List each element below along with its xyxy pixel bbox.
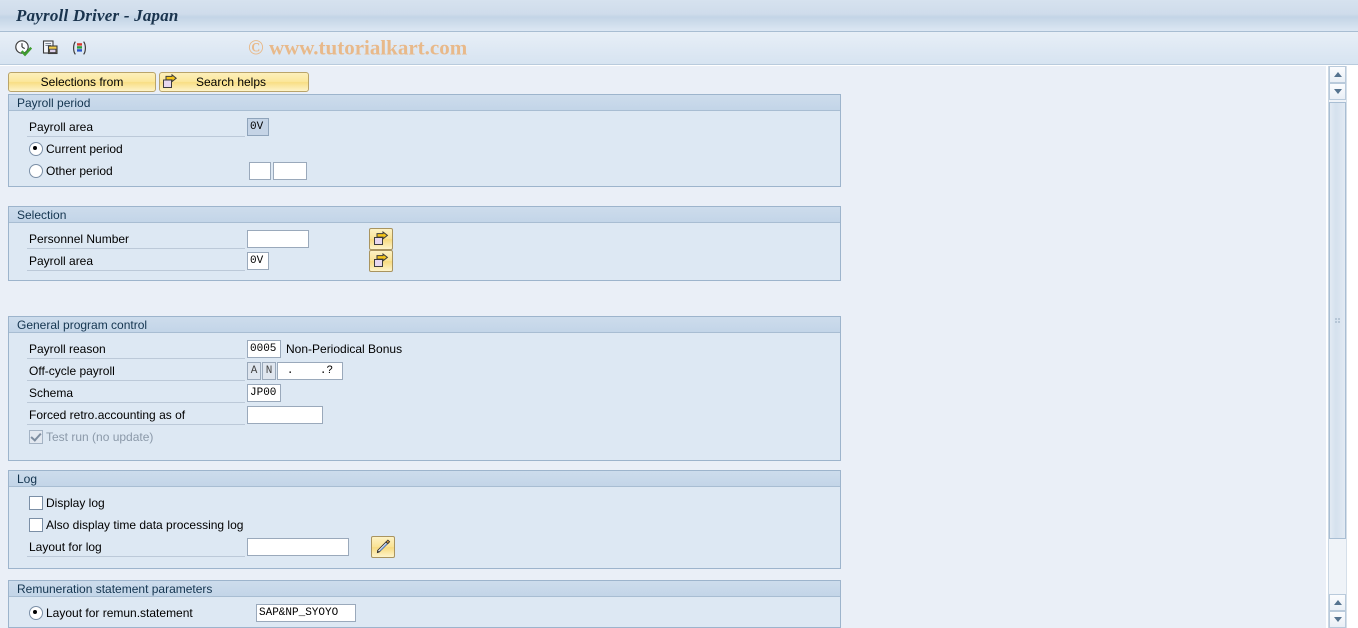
other-period-label: Other period <box>46 164 113 178</box>
row-time-data-log[interactable]: Also display time data processing log <box>29 515 243 535</box>
forced-retro-label: Forced retro.accounting as of <box>27 406 245 425</box>
personnel-number-input[interactable] <box>247 230 309 248</box>
row-layout-for-log: Layout for log <box>27 536 395 558</box>
other-period-input-2[interactable] <box>273 162 307 180</box>
group-selection: Selection Personnel Number Payroll area <box>8 206 841 281</box>
scroll-up-button[interactable] <box>1329 66 1346 83</box>
schema-label: Schema <box>27 384 245 403</box>
watermark-text: © www.tutorialkart.com <box>248 35 468 60</box>
payroll-area-multi-select-button[interactable] <box>369 250 393 272</box>
arrow-down-icon-bottom <box>1333 617 1342 622</box>
row-display-log[interactable]: Display log <box>29 493 105 513</box>
layout-for-log-edit-button[interactable] <box>371 536 395 558</box>
payroll-reason-input[interactable] <box>247 340 281 358</box>
arrow-down-icon <box>1333 89 1342 94</box>
layout-for-log-label: Layout for log <box>27 538 245 557</box>
scrollbar-grip-icon <box>1335 317 1342 324</box>
personnel-number-label: Personnel Number <box>27 230 245 249</box>
test-run-checkbox <box>29 430 43 444</box>
schema-input[interactable] <box>247 384 281 402</box>
payroll-area-label: Payroll area <box>27 118 245 137</box>
row-forced-retro: Forced retro.accounting as of <box>27 405 323 425</box>
group-payroll-period: Payroll period Payroll area Current peri… <box>8 94 841 187</box>
radio-other-period[interactable]: Other period <box>29 161 113 181</box>
variant-list-icon[interactable] <box>68 37 90 59</box>
scroll-arrows-bottom <box>1329 594 1346 628</box>
row-selection-payroll-area: Payroll area <box>27 250 393 272</box>
row-off-cycle-payroll: Off-cycle payroll <box>27 361 343 381</box>
radio-current-period[interactable]: Current period <box>29 139 123 159</box>
search-helps-label: Search helps <box>195 75 267 89</box>
layout-remun-statement-input[interactable] <box>256 604 356 622</box>
arrow-up-icon <box>1333 72 1342 77</box>
payroll-area-input[interactable] <box>247 118 269 136</box>
scroll-down-button-top[interactable] <box>1329 83 1346 100</box>
window-title-bar: Payroll Driver - Japan <box>0 0 1358 32</box>
group-general-program-control: General program control Payroll reason N… <box>8 316 841 461</box>
scroll-up-button-bottom[interactable] <box>1329 594 1346 611</box>
payroll-reason-label: Payroll reason <box>27 340 245 359</box>
layout-remun-statement-label: Layout for remun.statement <box>46 606 193 620</box>
group-remuneration-title: Remuneration statement parameters <box>9 581 840 597</box>
display-log-checkbox[interactable] <box>29 496 43 510</box>
current-period-label: Current period <box>46 142 123 156</box>
other-period-radio[interactable] <box>29 164 43 178</box>
scroll-arrows-top <box>1329 66 1346 100</box>
scrollbar-thumb[interactable] <box>1329 102 1346 539</box>
off-cycle-payroll-label: Off-cycle payroll <box>27 362 245 381</box>
row-test-run: Test run (no update) <box>29 427 153 447</box>
time-data-log-checkbox[interactable] <box>29 518 43 532</box>
row-schema: Schema <box>27 383 281 403</box>
off-cycle-date-input[interactable] <box>277 362 343 380</box>
right-margin-strip <box>1346 66 1358 628</box>
other-period-input-1[interactable] <box>249 162 271 180</box>
group-log-title: Log <box>9 471 840 487</box>
row-payroll-reason: Payroll reason Non-Periodical Bonus <box>27 339 402 359</box>
test-run-label: Test run (no update) <box>46 430 154 444</box>
display-log-label: Display log <box>46 496 105 510</box>
personnel-number-multi-select-button[interactable] <box>369 228 393 250</box>
other-period-fields <box>249 161 307 181</box>
payroll-reason-text: Non-Periodical Bonus <box>286 342 403 356</box>
forced-retro-input[interactable] <box>247 406 323 424</box>
group-log: Log Display log Also display time data p… <box>8 470 841 569</box>
time-data-log-label: Also display time data processing log <box>46 518 244 532</box>
group-remuneration-statement: Remuneration statement parameters Layout… <box>8 580 841 628</box>
execute-clock-icon[interactable] <box>12 37 34 59</box>
arrow-up-icon-bottom <box>1333 600 1342 605</box>
page-title: Payroll Driver - Japan <box>16 5 179 25</box>
search-helps-arrow-icon <box>162 74 178 90</box>
row-personnel-number: Personnel Number <box>27 228 393 250</box>
current-period-radio[interactable] <box>29 142 43 156</box>
search-helps-button[interactable]: Search helps <box>159 72 309 92</box>
selection-screen: Selections from Search helps Payroll per… <box>0 66 1326 628</box>
layout-remun-statement-radio[interactable] <box>29 606 43 620</box>
row-payroll-area: Payroll area <box>27 117 269 137</box>
vertical-scrollbar[interactable] <box>1328 66 1346 628</box>
off-cycle-type-input[interactable] <box>247 362 261 380</box>
selection-payroll-area-input[interactable] <box>247 252 269 270</box>
application-toolbar: © www.tutorialkart.com <box>0 32 1358 65</box>
copy-document-icon[interactable] <box>40 37 62 59</box>
scroll-down-button[interactable] <box>1329 611 1346 628</box>
selection-toolbar: Selections from Search helps <box>0 66 1326 92</box>
off-cycle-category-input[interactable] <box>262 362 276 380</box>
group-general-program-control-title: General program control <box>9 317 840 333</box>
group-selection-title: Selection <box>9 207 840 223</box>
group-payroll-period-title: Payroll period <box>9 95 840 111</box>
selection-payroll-area-label: Payroll area <box>27 252 245 271</box>
selections-from-button[interactable]: Selections from <box>8 72 156 92</box>
row-layout-remun-statement: Layout for remun.statement <box>29 603 356 623</box>
layout-for-log-input[interactable] <box>247 538 349 556</box>
